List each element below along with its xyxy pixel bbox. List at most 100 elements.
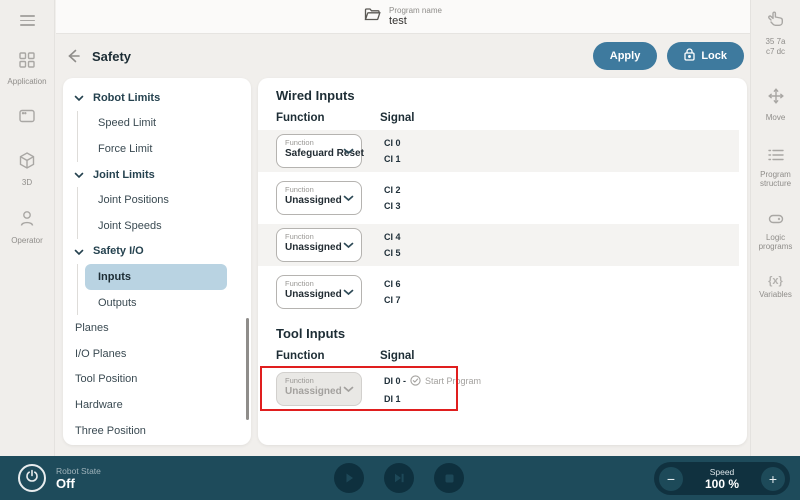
app-root: Application 3D Operator: [0, 0, 800, 500]
sidebar-item-3d[interactable]: 3D: [18, 151, 36, 187]
sidebar-item-label: Application: [7, 77, 46, 86]
chevron-down-icon: [343, 386, 354, 393]
tree-item-planes[interactable]: Planes: [63, 315, 251, 341]
chevron-down-icon: [74, 93, 84, 105]
signal-list: CI 6 CI 7: [384, 279, 401, 305]
chevron-down-icon: [74, 247, 84, 259]
transport-controls: [334, 463, 464, 493]
speed-control: − Speed 100 % +: [654, 462, 790, 495]
tree-item-joint-speeds[interactable]: Joint Speeds: [63, 213, 251, 239]
chevron-down-icon: [343, 195, 354, 202]
sidebar-item-move[interactable]: Move: [766, 87, 786, 122]
top-bar: Program name test: [56, 0, 750, 34]
signal-function-label: Start Program: [425, 376, 481, 386]
sidebar-item-application[interactable]: Application: [7, 51, 46, 86]
wired-input-row: Function Unassigned CI 4 CI 5: [258, 224, 739, 266]
signal-label: DI 0 -: [384, 376, 406, 386]
tool-inputs-headers: Function Signal: [258, 350, 747, 362]
sidebar-item-variables[interactable]: {x} Variables: [759, 275, 792, 299]
wired-inputs-headers: Function Signal: [258, 112, 747, 124]
checksum-line2: c7 dc: [765, 47, 785, 57]
footer-bar: Robot State Off − Speed 100 % +: [0, 456, 800, 500]
power-icon: [25, 469, 39, 488]
tree-item-inputs[interactable]: Inputs: [85, 264, 227, 290]
speed-label: Speed: [710, 467, 735, 477]
speed-increase-button[interactable]: +: [761, 467, 785, 491]
stop-button[interactable]: [434, 463, 464, 493]
signal-column-header: Signal: [380, 112, 415, 124]
function-dropdown[interactable]: Function Unassigned: [276, 275, 362, 309]
tree-item-speed-limit[interactable]: Speed Limit: [63, 111, 251, 137]
folder-icon: [364, 7, 381, 27]
tree-scrollbar[interactable]: [246, 318, 249, 420]
sidebar-item-label: Operator: [11, 236, 43, 245]
speed-value: 100 %: [705, 477, 739, 491]
function-column-header: Function: [276, 350, 380, 362]
speed-decrease-button[interactable]: −: [659, 467, 683, 491]
chevron-down-icon: [343, 242, 354, 249]
stop-icon: [444, 473, 455, 484]
tree-item-joint-limits[interactable]: Joint Limits: [63, 162, 251, 188]
tree-item-safety-io[interactable]: Safety I/O: [63, 239, 251, 265]
sidebar-item-operator[interactable]: Operator: [11, 209, 43, 245]
tree-item-io-planes[interactable]: I/O Planes: [63, 341, 251, 367]
sidebar-item-label: Logic programs: [755, 233, 797, 251]
function-dropdown[interactable]: Function Unassigned: [276, 228, 362, 262]
left-sidebar: Application 3D Operator: [0, 0, 55, 456]
signal-list: CI 2 CI 3: [384, 185, 401, 211]
cube-icon: [18, 151, 36, 175]
sidebar-item-label: Program structure: [755, 170, 797, 188]
tree-item-three-position[interactable]: Three Position: [63, 418, 251, 444]
function-dropdown-disabled[interactable]: Function Unassigned: [276, 372, 362, 406]
program-name-value: test: [389, 15, 442, 27]
back-arrow-icon[interactable]: [64, 47, 82, 65]
power-button[interactable]: [18, 464, 46, 492]
sidebar-item-logic-programs[interactable]: Logic programs: [755, 212, 797, 251]
robot-state: Robot State Off: [56, 466, 101, 491]
tool-inputs-title: Tool Inputs: [258, 326, 747, 341]
variables-icon: {x}: [768, 275, 783, 287]
tree-item-joint-positions[interactable]: Joint Positions: [63, 187, 251, 213]
tool-input-row: Function Unassigned DI 0 - Start Program: [258, 368, 739, 410]
checksum-line1: 35 7a: [765, 37, 785, 47]
hand-guide-button[interactable]: [766, 10, 786, 33]
tree-item-force-limit[interactable]: Force Limit: [63, 136, 251, 162]
program-name-label: Program name: [389, 6, 442, 15]
lock-button-label: Lock: [701, 50, 727, 62]
function-dropdown[interactable]: Function Safeguard Reset: [276, 134, 362, 168]
function-dropdown[interactable]: Function Unassigned: [276, 181, 362, 215]
play-button[interactable]: [334, 463, 364, 493]
tree-item-outputs[interactable]: Outputs: [63, 290, 251, 316]
wired-input-row: Function Unassigned CI 6 CI 7: [258, 271, 739, 313]
program-name-group[interactable]: Program name test: [364, 6, 442, 27]
hamburger-menu-icon[interactable]: [20, 12, 35, 29]
tree-item-robot-limits[interactable]: Robot Limits: [63, 85, 251, 111]
tree-item-tool-position[interactable]: Tool Position: [63, 367, 251, 393]
window-icon: [18, 108, 36, 129]
list-icon: [767, 148, 785, 167]
page-title: Safety: [92, 49, 131, 64]
tag-icon: [767, 212, 785, 230]
robot-state-value: Off: [56, 476, 101, 491]
apply-button[interactable]: Apply: [593, 42, 658, 70]
chevron-down-icon: [74, 170, 84, 182]
sidebar-item-program-structure[interactable]: Program structure: [755, 148, 797, 188]
safety-tree: Robot Limits Speed Limit Force Limit Joi…: [63, 85, 251, 443]
safety-checksum: 35 7a c7 dc: [765, 37, 785, 57]
lock-button[interactable]: Lock: [667, 42, 744, 70]
right-sidebar: 35 7a c7 dc Move Program structure Logic…: [750, 0, 800, 456]
tree-item-hardware[interactable]: Hardware: [63, 392, 251, 418]
signal-list: DI 0 - Start Program DI 1: [384, 375, 481, 404]
center-column: Program name test Safety Apply Lock: [56, 0, 750, 456]
check-circle-icon: [410, 375, 421, 388]
signal-column-header: Signal: [380, 350, 415, 362]
hand-icon: [766, 10, 786, 33]
step-button[interactable]: [384, 463, 414, 493]
wired-inputs-title: Wired Inputs: [258, 88, 747, 103]
apply-button-label: Apply: [610, 50, 641, 62]
safety-tree-panel: Robot Limits Speed Limit Force Limit Joi…: [63, 78, 251, 445]
signal-list: CI 0 CI 1: [384, 138, 401, 164]
lock-icon: [684, 48, 695, 64]
page-header: Safety Apply Lock: [56, 34, 750, 78]
sidebar-item-screen[interactable]: [18, 108, 36, 129]
